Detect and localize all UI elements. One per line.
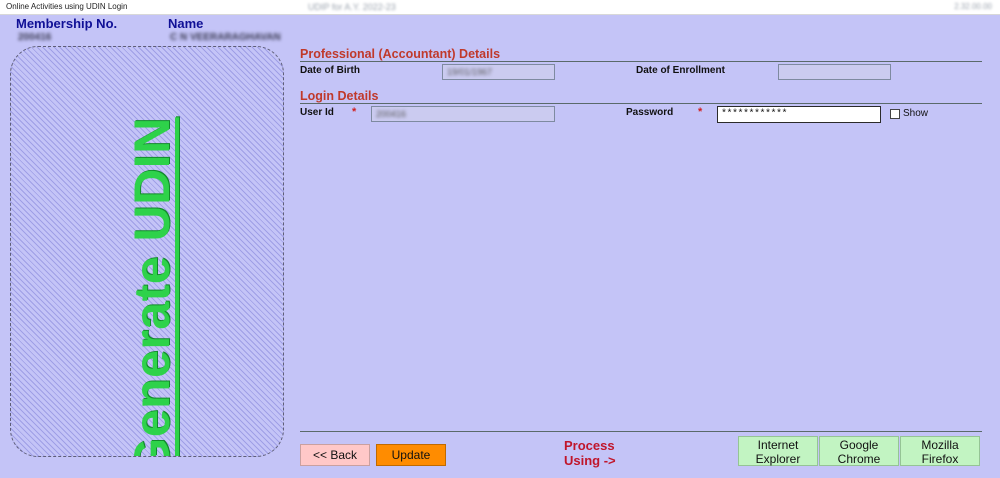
back-button[interactable]: << Back (300, 444, 370, 466)
browser-line2: Chrome (837, 452, 881, 466)
password-value: ************ (721, 109, 788, 120)
login-section-title: Login Details (300, 89, 379, 103)
window-corner-text: 2.32.00.00 (954, 2, 992, 11)
password-label: Password (626, 107, 674, 118)
generate-udin-label[interactable]: Generate UDIN (123, 117, 181, 456)
userid-field[interactable]: 200416 (371, 106, 555, 122)
login-section-divider (300, 103, 982, 104)
browser-line1: Internet (757, 438, 799, 452)
dob-field[interactable]: 19/01/1967 (442, 64, 555, 80)
password-required-mark: * (698, 106, 703, 118)
professional-section-divider (300, 61, 982, 62)
dob-value: 19/01/1967 (447, 67, 493, 77)
name-value: C N VEERARAGHAVAN (170, 32, 281, 43)
checkbox-box[interactable] (890, 108, 900, 119)
update-button[interactable]: Update (376, 444, 446, 466)
userid-required-mark: * (352, 106, 357, 118)
dob-label: Date of Birth (300, 65, 360, 76)
window-caption: UDIP for A.Y. 2022-23 (308, 2, 396, 12)
show-password-label: Show (903, 108, 929, 119)
browser-line2: Firefox (921, 452, 959, 466)
enrollment-label: Date of Enrollment (636, 65, 725, 76)
browser-line2: Explorer (755, 452, 801, 466)
browser-line1: Mozilla (921, 438, 959, 452)
internet-explorer-button[interactable]: Internet Explorer (738, 436, 818, 466)
password-input[interactable]: ************ (717, 106, 881, 123)
membership-value: 200416 (18, 32, 52, 43)
membership-label: Membership No. (16, 16, 118, 31)
google-chrome-button[interactable]: Google Chrome (819, 436, 899, 466)
browser-line1: Google (839, 438, 879, 452)
professional-section-title: Professional (Accountant) Details (300, 47, 501, 61)
bottom-divider (300, 431, 982, 432)
userid-value: 200416 (376, 109, 407, 119)
name-label: Name (168, 16, 204, 31)
generate-udin-panel[interactable]: Generate UDIN (10, 46, 284, 457)
mozilla-firefox-button[interactable]: Mozilla Firefox (900, 436, 980, 466)
show-password-checkbox[interactable]: Show (890, 108, 928, 119)
window-titlebar: Online Activities using UDIN Login UDIP … (0, 0, 1000, 15)
enrollment-field[interactable] (778, 64, 891, 80)
userid-label: User Id (300, 107, 334, 118)
process-line2: Using -> (564, 453, 616, 468)
process-line1: Process (564, 438, 615, 453)
process-using-label: Process Using -> (564, 438, 616, 468)
window-title: Online Activities using UDIN Login (6, 2, 128, 11)
